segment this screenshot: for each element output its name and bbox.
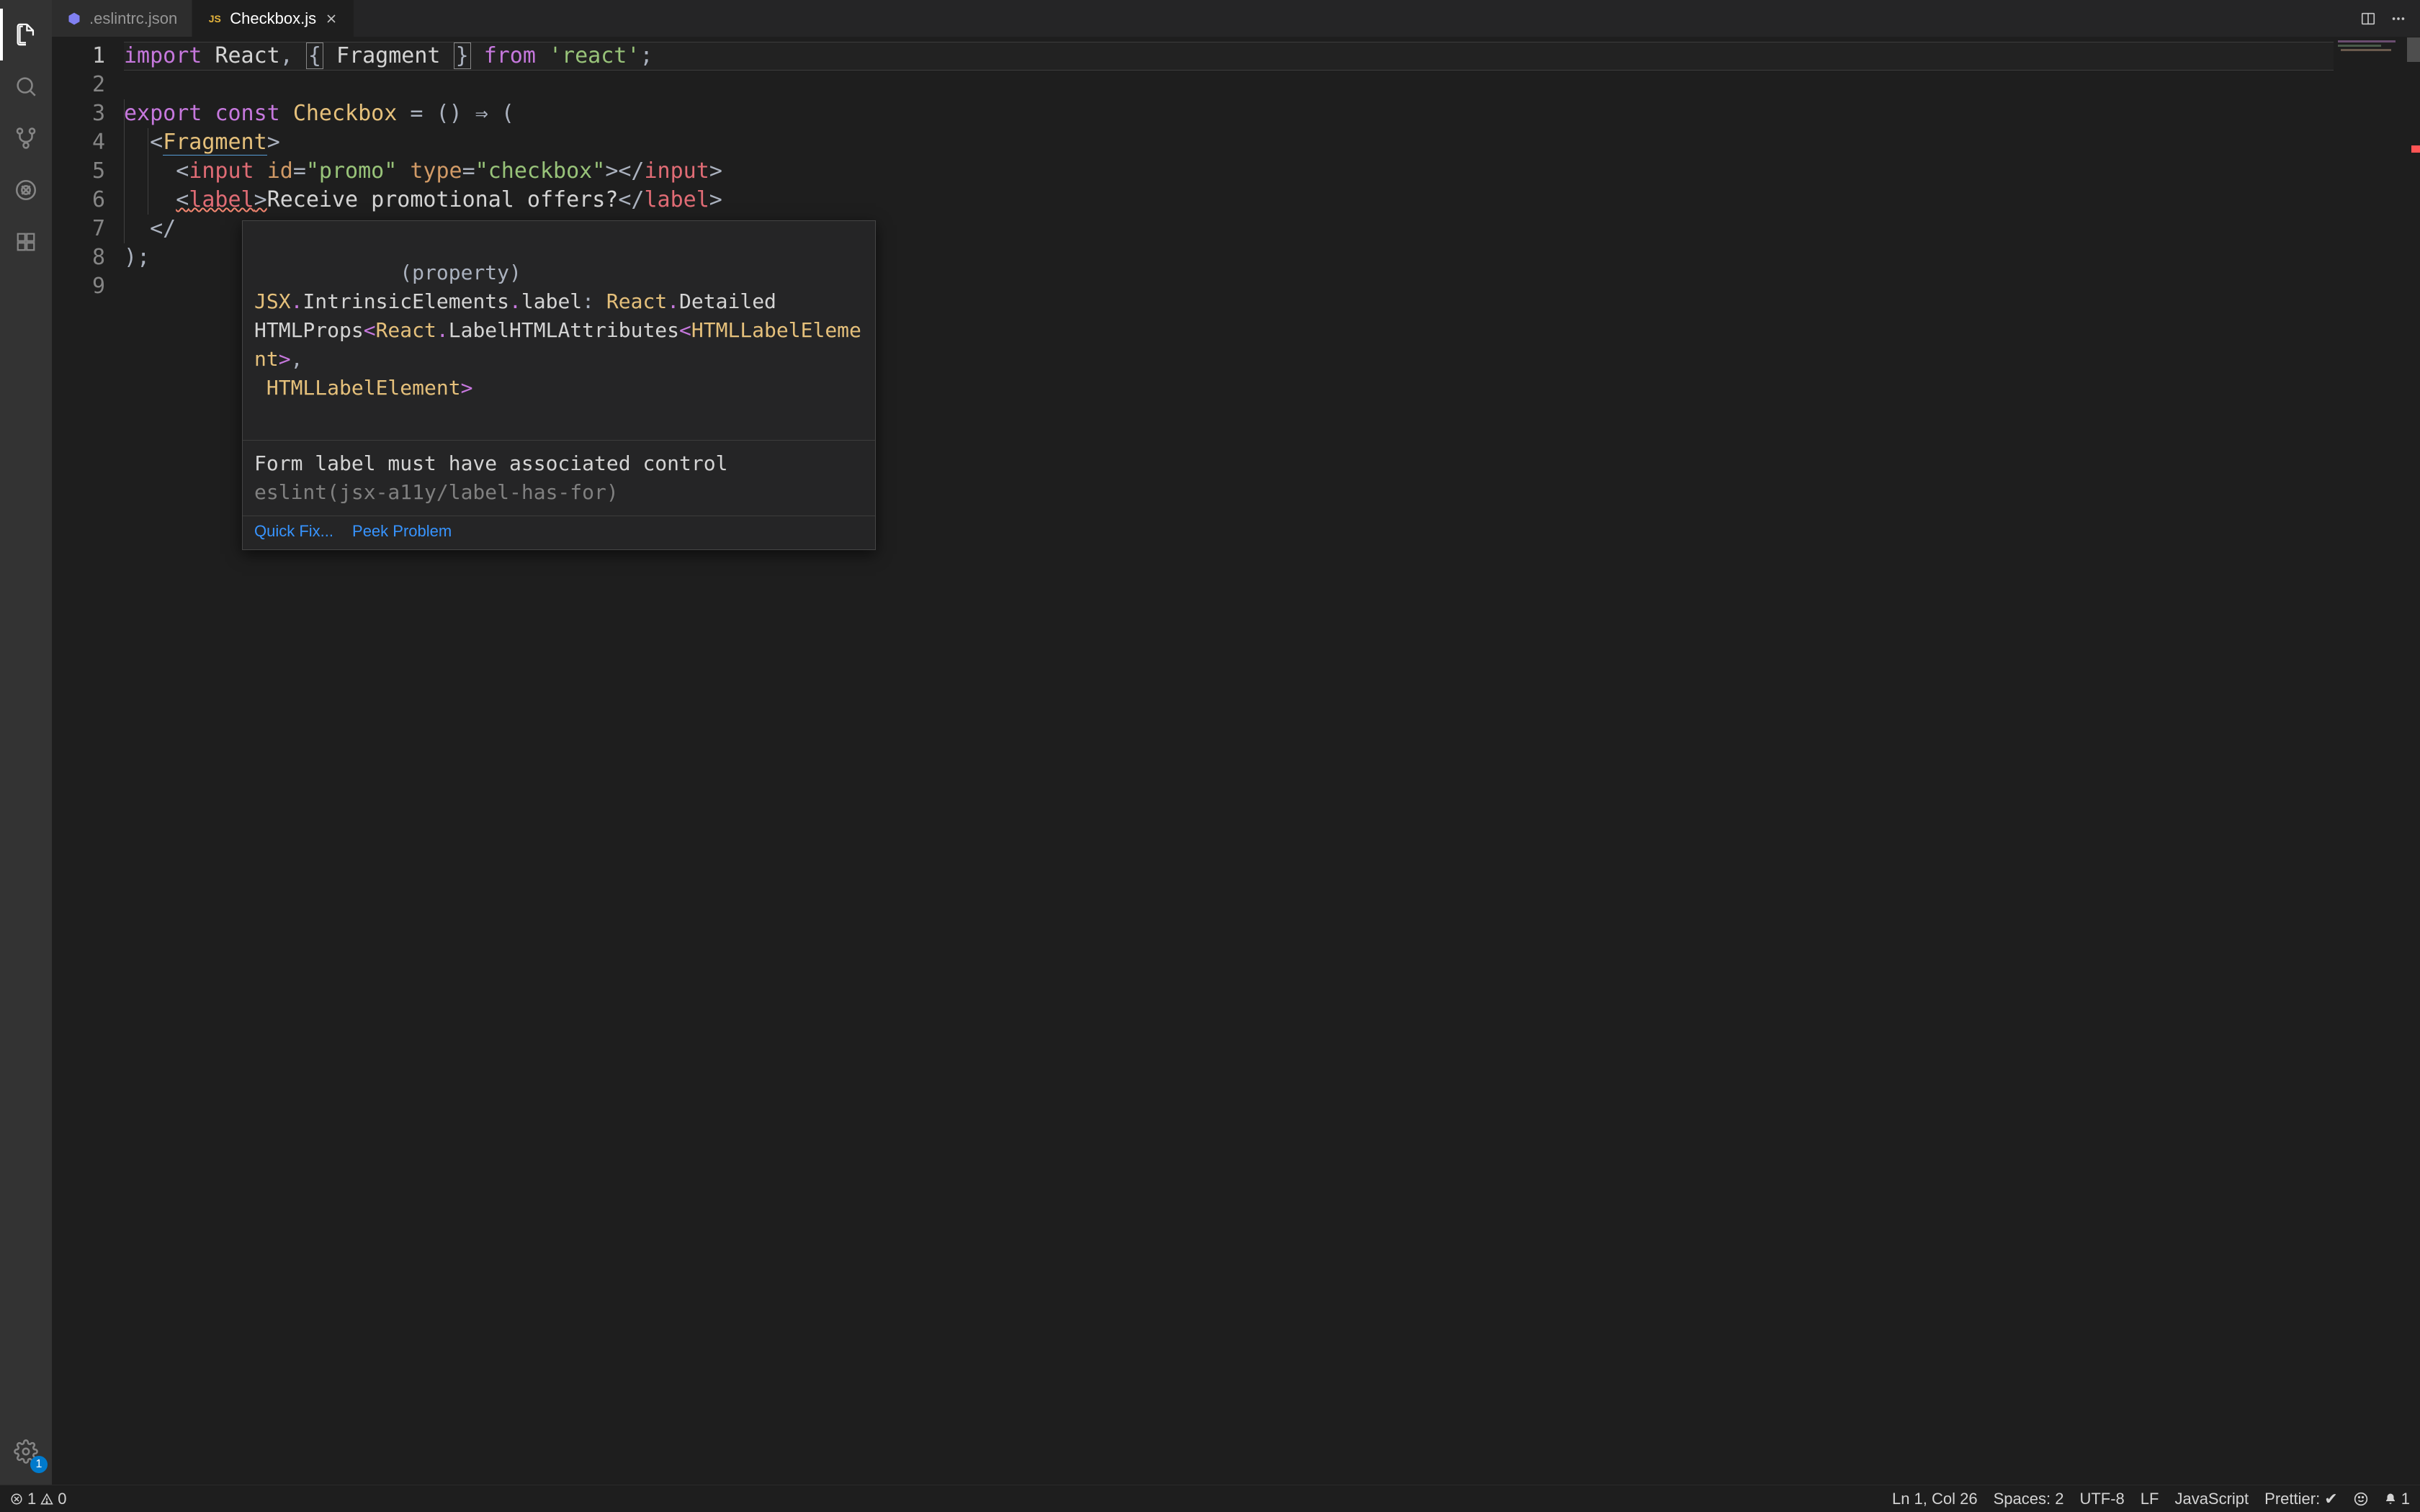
- code-line: [124, 71, 2420, 99]
- debug-icon[interactable]: [0, 164, 52, 216]
- code-line: export const Checkbox = () ⇒ (: [124, 99, 2420, 128]
- hover-diagnostic: Form label must have associated control …: [243, 440, 875, 516]
- code-line: import React, { Fragment } from 'react';: [124, 42, 2420, 71]
- status-language[interactable]: JavaScript: [2174, 1490, 2249, 1508]
- status-prettier[interactable]: Prettier: ✔: [2264, 1490, 2338, 1508]
- line-number: 9: [52, 272, 105, 301]
- peek-problem-link[interactable]: Peek Problem: [352, 522, 452, 541]
- hover-tooltip: (property) JSX.IntrinsicElements.label: …: [242, 220, 876, 550]
- diagnostic-rule: eslint(jsx-a11y/label-has-for): [254, 480, 619, 504]
- activity-bar: 1: [0, 0, 52, 1485]
- minimap[interactable]: [2334, 37, 2420, 1485]
- line-number: 1: [52, 42, 105, 71]
- gutter: 1 2 3 4 5 6 7 8 9: [52, 37, 124, 1485]
- status-problems[interactable]: 1 0: [10, 1490, 67, 1508]
- status-indent[interactable]: Spaces: 2: [1994, 1490, 2064, 1508]
- tab-label: .eslintrc.json: [89, 9, 177, 28]
- line-number: 3: [52, 99, 105, 128]
- source-control-icon[interactable]: [0, 112, 52, 164]
- warnings-count: 0: [58, 1490, 66, 1508]
- tab-eslintrc[interactable]: .eslintrc.json: [52, 0, 192, 37]
- tab-bar: .eslintrc.json JS Checkbox.js: [52, 0, 2420, 37]
- hover-type-info: (property) JSX.IntrinsicElements.label: …: [243, 221, 875, 440]
- errors-count: 1: [27, 1490, 36, 1508]
- eslint-icon: [66, 11, 82, 27]
- line-number: 2: [52, 71, 105, 99]
- line-number: 6: [52, 186, 105, 215]
- status-bar: 1 0 Ln 1, Col 26 Spaces: 2 UTF-8 LF Java…: [0, 1485, 2420, 1512]
- status-eol[interactable]: LF: [2141, 1490, 2159, 1508]
- line-number: 5: [52, 157, 105, 186]
- minimap-error-marker: [2411, 145, 2420, 153]
- code-line: <input id="promo" type="checkbox"></inpu…: [124, 157, 2420, 186]
- tab-checkbox-js[interactable]: JS Checkbox.js: [192, 0, 354, 37]
- minimap-slider[interactable]: [2407, 37, 2420, 62]
- more-icon[interactable]: [2390, 10, 2407, 27]
- line-number: 8: [52, 243, 105, 272]
- diagnostic-message: Form label must have associated control: [254, 451, 727, 475]
- status-feedback-icon[interactable]: [2354, 1492, 2368, 1506]
- code-line: <label>Receive promotional offers?</labe…: [124, 186, 2420, 215]
- settings-badge: 1: [30, 1456, 48, 1473]
- status-cursor[interactable]: Ln 1, Col 26: [1892, 1490, 1978, 1508]
- tab-label: Checkbox.js: [230, 9, 316, 28]
- indent-guide: [124, 99, 125, 243]
- js-icon: JS: [207, 11, 223, 27]
- extensions-icon[interactable]: [0, 216, 52, 268]
- hover-actions: Quick Fix... Peek Problem: [243, 516, 875, 549]
- status-encoding[interactable]: UTF-8: [2079, 1490, 2124, 1508]
- line-number: 4: [52, 128, 105, 157]
- editor-area: .eslintrc.json JS Checkbox.js: [52, 0, 2420, 1485]
- tab-actions: [2347, 10, 2420, 27]
- settings-gear-icon[interactable]: 1: [0, 1426, 52, 1477]
- close-icon[interactable]: [323, 11, 339, 27]
- notifications-count: 1: [2401, 1490, 2410, 1508]
- status-notifications[interactable]: 1: [2384, 1490, 2410, 1508]
- explorer-icon[interactable]: [0, 9, 52, 60]
- split-editor-icon[interactable]: [2360, 10, 2377, 27]
- code-line: <Fragment>: [124, 128, 2420, 157]
- code-area[interactable]: 1 2 3 4 5 6 7 8 9 import React, { Fragme…: [52, 37, 2420, 1485]
- search-icon[interactable]: [0, 60, 52, 112]
- line-number: 7: [52, 215, 105, 243]
- quick-fix-link[interactable]: Quick Fix...: [254, 522, 333, 541]
